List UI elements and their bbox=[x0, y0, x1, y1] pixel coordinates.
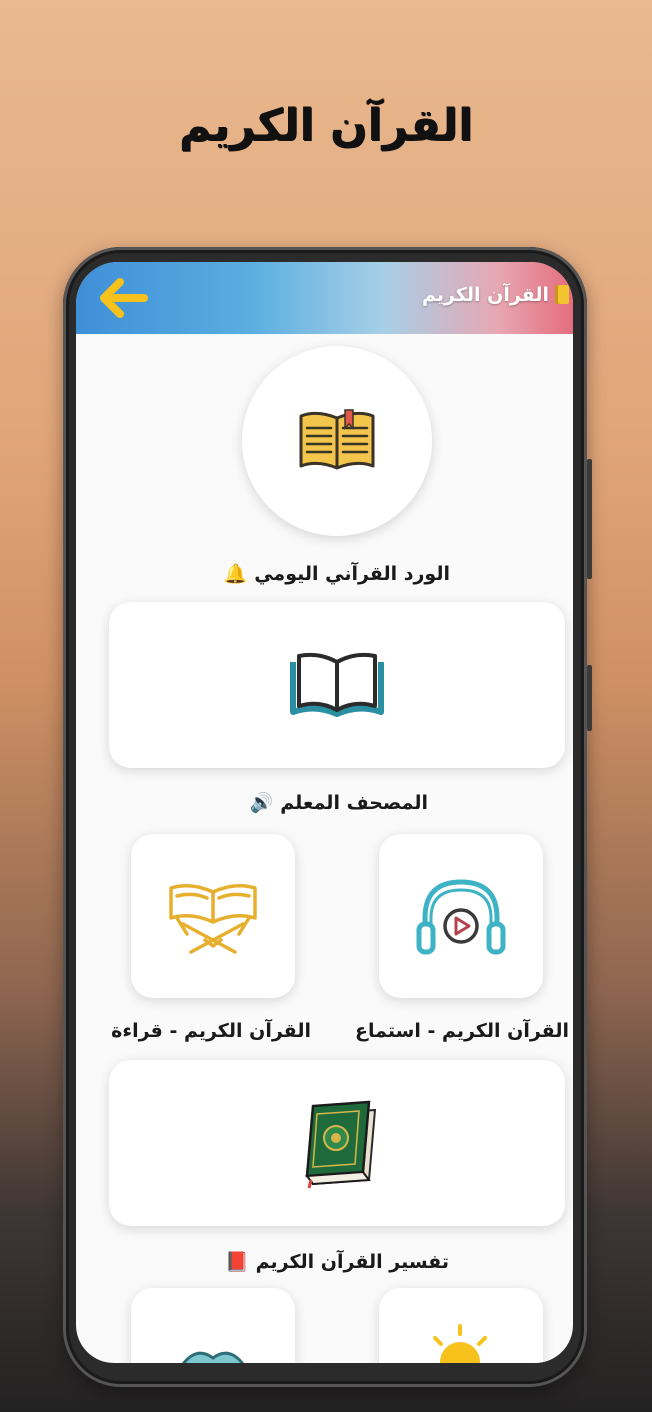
header-title: القرآن الكريم bbox=[422, 284, 569, 306]
teacher-mushaf-text: المصحف المعلم bbox=[280, 792, 428, 814]
phone-frame: القرآن الكريم الورد القرآني اليومي 🔔 الم… bbox=[63, 247, 592, 1387]
quran-stand-icon bbox=[169, 884, 257, 954]
teacher-mushaf-label: المصحف المعلم 🔊 bbox=[250, 791, 428, 814]
header-title-text: القرآن الكريم bbox=[421, 284, 549, 306]
sun-icon bbox=[433, 1324, 487, 1363]
red-book-icon: 📕 bbox=[225, 1251, 249, 1273]
bell-icon: 🔔 bbox=[223, 563, 248, 585]
speaker-icon: 🔊 bbox=[249, 792, 274, 814]
bottom-right-card[interactable] bbox=[379, 1288, 543, 1363]
open-book-icon bbox=[299, 409, 375, 470]
back-button[interactable] bbox=[96, 276, 148, 320]
bottom-left-card[interactable] bbox=[131, 1288, 295, 1363]
quran-listen-card[interactable] bbox=[379, 834, 543, 998]
app-header: القرآن الكريم bbox=[76, 262, 573, 334]
daily-wird-text: الورد القرآني اليومي bbox=[254, 563, 450, 585]
quran-listen-label: القرآن الكريم - استماع bbox=[355, 1020, 569, 1042]
tafsir-label: تفسير القرآن الكريم 📕 bbox=[225, 1250, 449, 1273]
tafsir-card[interactable] bbox=[109, 1060, 565, 1226]
app-screen: القرآن الكريم الورد القرآني اليومي 🔔 الم… bbox=[76, 262, 573, 1363]
daily-wird-card[interactable] bbox=[242, 346, 432, 536]
daily-wird-label: الورد القرآني اليومي 🔔 bbox=[224, 562, 450, 585]
quran-read-card[interactable] bbox=[131, 834, 295, 998]
phone-volume-button bbox=[587, 459, 592, 579]
headphones-play-icon bbox=[416, 879, 506, 955]
promo-title: القرآن الكريم bbox=[178, 100, 474, 151]
notebook-icon bbox=[555, 285, 569, 304]
quran-read-label: القرآن الكريم - قراءة bbox=[111, 1020, 311, 1042]
phone-power-button bbox=[587, 665, 592, 731]
mushaf-book-icon bbox=[305, 1100, 377, 1189]
open-book-outline-icon bbox=[290, 652, 384, 717]
teacher-mushaf-card[interactable] bbox=[109, 602, 565, 768]
tafsir-text: تفسير القرآن الكريم bbox=[255, 1251, 449, 1273]
arrow-left-icon bbox=[100, 278, 148, 318]
book-partial-icon bbox=[181, 1351, 245, 1363]
